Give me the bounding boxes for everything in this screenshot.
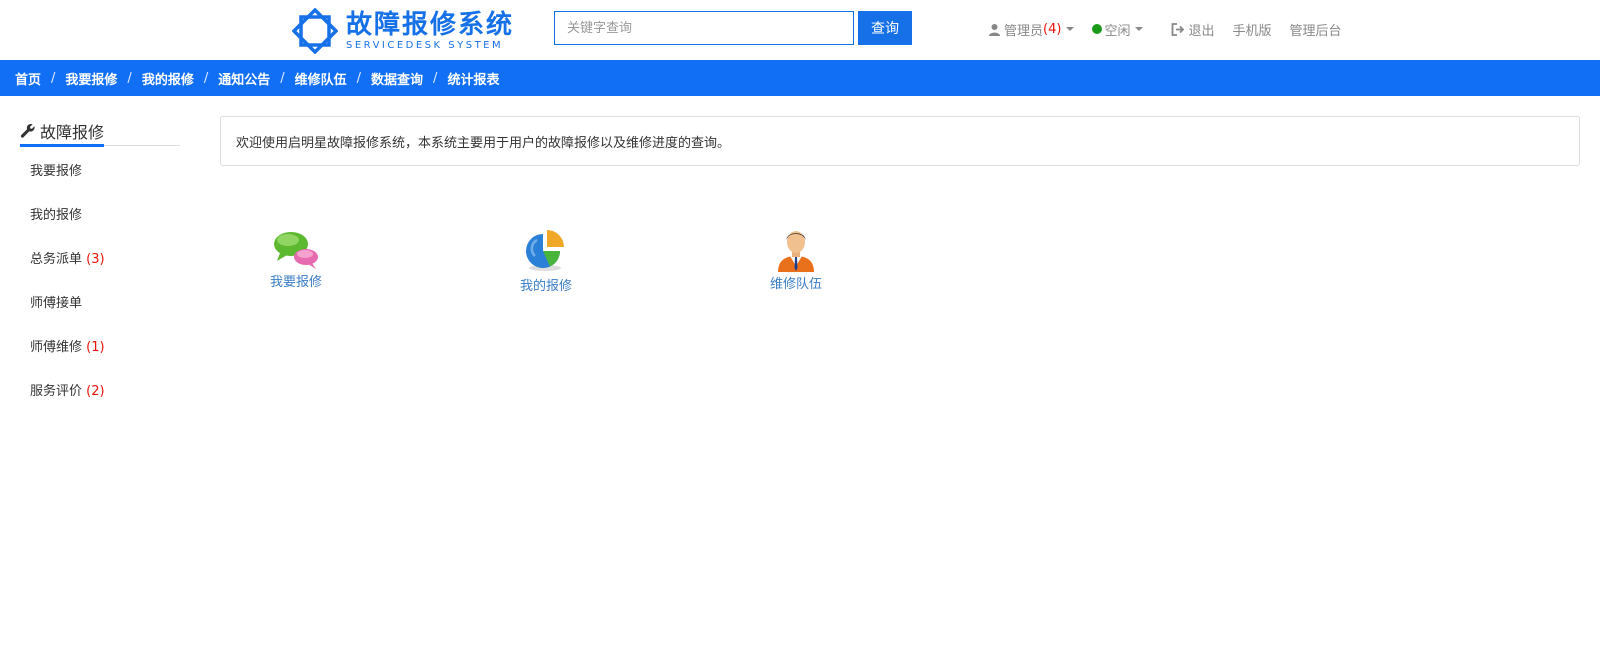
- pie-chart-icon: [526, 230, 564, 271]
- logo-title: 故障报修系统: [346, 10, 515, 40]
- logo[interactable]: 故障报修系统 SERVICEDESK SYSTEM: [292, 8, 532, 54]
- sidebar-item-label: 总务派单: [30, 252, 83, 267]
- logo-subtitle: SERVICEDESK SYSTEM: [346, 40, 504, 51]
- sidebar-title-underline: [20, 144, 104, 147]
- sidebar-item-dispatch[interactable]: 总务派单 (3): [20, 247, 180, 291]
- header: 故障报修系统 SERVICEDESK SYSTEM 查询 管理员 (4) 空闲 …: [0, 0, 1600, 60]
- user-count-badge: (4): [1043, 21, 1062, 37]
- nav-report-fault[interactable]: 我要报修: [65, 69, 117, 88]
- shortcut-label: 维修队伍: [769, 277, 822, 292]
- welcome-notice: 欢迎使用启明星故障报修系统，本系统主要用于用户的故障报修以及维修进度的查询。: [220, 116, 1580, 166]
- nav-repair-team[interactable]: 维修队伍: [295, 69, 347, 88]
- nav-separator: /: [127, 70, 132, 86]
- nav-separator: /: [433, 70, 438, 86]
- wrench-icon: [20, 123, 35, 138]
- main-nav-bar: 首页 / 我要报修 / 我的报修 / 通知公告 / 维修队伍 / 数据查询 / …: [0, 60, 1600, 96]
- shortcut-label: 我的报修: [519, 279, 572, 294]
- sidebar-item-count: (1): [86, 340, 105, 355]
- search-input[interactable]: [554, 11, 854, 45]
- logout-label: 退出: [1188, 23, 1215, 39]
- sidebar-title: 故障报修: [40, 122, 105, 142]
- shortcut-label: 我要报修: [269, 275, 322, 290]
- nav-data-query[interactable]: 数据查询: [371, 69, 423, 88]
- sidebar-item-report-fault[interactable]: 我要报修: [20, 159, 180, 203]
- sidebar-list: 我要报修 我的报修 总务派单 (3) 师傅接单 师傅维修 (1) 服务评价 (2…: [20, 159, 180, 423]
- nav-separator: /: [280, 70, 285, 86]
- shortcut-report-fault[interactable]: 我要报修: [266, 228, 326, 290]
- logout-link[interactable]: 退出: [1171, 20, 1214, 39]
- mobile-link[interactable]: 手机版: [1232, 20, 1271, 39]
- user-menu[interactable]: 管理员 (4): [988, 20, 1075, 39]
- sidebar-item-label: 师傅接单: [30, 296, 83, 311]
- nav-separator: /: [51, 70, 56, 86]
- sidebar-item-count: (2): [86, 384, 105, 399]
- user-icon: [988, 23, 1001, 36]
- chevron-down-icon: [1135, 27, 1144, 31]
- nav-separator: /: [203, 70, 209, 86]
- nav-announcements[interactable]: 通知公告: [218, 69, 270, 88]
- sidebar-item-my-reports[interactable]: 我的报修: [20, 203, 180, 247]
- chevron-down-icon: [1066, 27, 1075, 31]
- admin-link[interactable]: 管理后台: [1289, 20, 1341, 39]
- shortcut-repair-team[interactable]: 维修队伍: [766, 226, 826, 292]
- logo-mark-icon: [292, 8, 338, 54]
- nav-statistics[interactable]: 统计报表: [447, 69, 499, 88]
- logout-icon: [1171, 22, 1185, 36]
- nav-separator: /: [356, 70, 362, 86]
- status-dot-icon: [1092, 24, 1103, 34]
- sidebar-item-label: 我的报修: [30, 208, 83, 223]
- shortcut-my-reports[interactable]: 我的报修: [516, 228, 576, 294]
- nav-my-reports[interactable]: 我的报修: [142, 69, 194, 88]
- sidebar-item-label: 师傅维修: [30, 340, 83, 355]
- sidebar-item-repair[interactable]: 师傅维修 (1): [20, 335, 180, 379]
- chat-bubbles-icon: [274, 232, 318, 269]
- sidebar-header: 故障报修: [20, 116, 180, 147]
- user-label: 管理员: [1004, 23, 1044, 39]
- sidebar-item-service-rating[interactable]: 服务评价 (2): [20, 379, 180, 423]
- sidebar: 故障报修 我要报修 我的报修 总务派单 (3) 师傅接单 师傅维修 (1) 服务…: [20, 116, 180, 423]
- search-button[interactable]: 查询: [858, 11, 912, 45]
- sidebar-item-accept-order[interactable]: 师傅接单: [20, 291, 180, 335]
- status-menu[interactable]: 空闲: [1092, 20, 1144, 39]
- sidebar-item-label: 服务评价: [30, 384, 83, 399]
- sidebar-item-label: 我要报修: [30, 164, 83, 179]
- status-label: 空闲: [1104, 23, 1131, 39]
- person-icon: [778, 231, 814, 272]
- sidebar-item-count: (3): [86, 252, 105, 267]
- nav-home[interactable]: 首页: [15, 69, 41, 88]
- top-nav: 管理员 (4) 空闲 退出 手机版 管理后台: [988, 18, 1360, 40]
